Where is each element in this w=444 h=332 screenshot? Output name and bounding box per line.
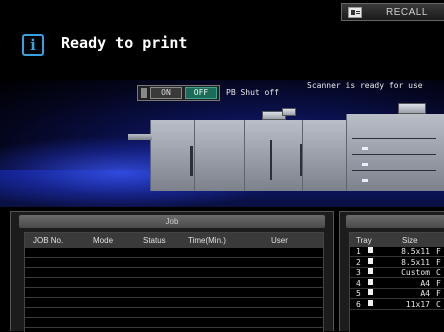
table-row[interactable]	[25, 278, 323, 288]
tray-size: 8.5x11	[401, 247, 430, 256]
toggle-handle-icon	[141, 88, 147, 98]
printer-detail	[352, 154, 436, 155]
paper-icon	[368, 299, 373, 306]
printer-detail	[300, 144, 302, 176]
printer-module	[302, 120, 346, 191]
pb-shutoff-label: PB Shut off	[226, 88, 279, 97]
tray-paper-type: C	[436, 268, 441, 277]
paper-icon	[368, 257, 373, 264]
tray-number: 2	[356, 257, 361, 267]
tray-row[interactable]: 6 11x17 C	[350, 299, 444, 310]
tray-table: Tray Size 1 8.5x11 F 2 8.5x11 F 3 Custom C 4 A4 F 5 A…	[349, 232, 444, 332]
printer-light	[362, 179, 368, 182]
tray-size: Custom	[401, 268, 430, 277]
tray-row[interactable]: 2 8.5x11 F	[350, 257, 444, 268]
tray-row[interactable]: 3 Custom C	[350, 268, 444, 278]
table-row[interactable]	[25, 258, 323, 268]
tray-size: 8.5x11	[401, 257, 430, 267]
tray-number: 3	[356, 268, 361, 277]
tray-table-header: Tray Size	[350, 233, 444, 247]
tray-panel-title	[346, 215, 444, 228]
tray-size: 11x17	[405, 299, 430, 309]
table-row[interactable]	[25, 298, 323, 308]
tray-number: 1	[356, 247, 361, 256]
tray-number: 5	[356, 289, 361, 298]
printer-module	[194, 120, 244, 191]
col-size: Size	[402, 236, 418, 245]
paper-icon	[368, 268, 373, 274]
table-row[interactable]	[25, 248, 323, 258]
tray-row[interactable]: 5 A4 F	[350, 289, 444, 299]
tray-size: A4	[420, 289, 430, 298]
printer-detail	[270, 140, 272, 180]
tray-number: 4	[356, 278, 361, 288]
info-icon: i	[22, 34, 44, 56]
printer-module	[346, 114, 444, 191]
tray-paper-type: F	[436, 247, 441, 256]
scanner-status-text: Scanner is ready for use	[307, 81, 423, 90]
col-mode: Mode	[93, 236, 114, 245]
tray-row[interactable]: 1 8.5x11 F	[350, 247, 444, 257]
tray-row[interactable]: 4 A4 F	[350, 278, 444, 289]
printer-detail	[352, 138, 436, 139]
recall-button[interactable]: RECALL	[341, 3, 444, 21]
status-message: Ready to print	[61, 34, 188, 52]
col-job-no: JOB No.	[33, 236, 64, 245]
scanner-unit-icon	[282, 108, 296, 116]
top-bar: RECALL	[0, 0, 444, 22]
tray-panel: Tray Size 1 8.5x11 F 2 8.5x11 F 3 Custom C 4 A4 F 5 A…	[339, 211, 444, 332]
col-tray: Tray	[356, 236, 372, 245]
status-area: i Ready to print	[0, 22, 444, 84]
printer-light	[362, 147, 368, 150]
recall-label: RECALL	[386, 7, 428, 18]
printer-module	[244, 120, 302, 191]
paper-icon	[368, 247, 373, 253]
printer-detail	[190, 146, 193, 176]
tray-paper-type: F	[436, 289, 441, 298]
table-row[interactable]	[25, 268, 323, 278]
scanner-unit-icon	[398, 103, 426, 114]
recall-icon	[348, 7, 362, 18]
col-time: Time(Min.)	[188, 236, 226, 245]
output-tray	[128, 134, 152, 140]
tray-paper-type: F	[436, 278, 441, 288]
pb-shutoff-toggle[interactable]: ON OFF	[137, 85, 220, 101]
printer-light	[362, 163, 368, 166]
tray-size: A4	[420, 278, 430, 288]
pb-off-button[interactable]: OFF	[185, 87, 217, 99]
col-user: User	[271, 236, 288, 245]
job-table: JOB No. Mode Status Time(Min.) User	[24, 232, 324, 332]
paper-icon	[368, 289, 373, 295]
printer-detail	[352, 170, 436, 171]
pb-on-button[interactable]: ON	[150, 87, 182, 99]
machine-status-panel: ON OFF PB Shut off Scanner is ready for …	[0, 80, 444, 207]
tray-paper-type: C	[436, 299, 441, 309]
paper-icon	[368, 278, 373, 285]
job-panel: Job JOB No. Mode Status Time(Min.) User	[10, 211, 334, 332]
tray-paper-type: F	[436, 257, 441, 267]
job-table-header: JOB No. Mode Status Time(Min.) User	[25, 233, 323, 248]
job-panel-title: Job	[19, 215, 325, 228]
tray-number: 6	[356, 299, 361, 309]
col-status: Status	[143, 236, 166, 245]
table-row[interactable]	[25, 288, 323, 298]
printer-module	[150, 120, 194, 191]
table-row[interactable]	[25, 308, 323, 318]
table-row[interactable]	[25, 318, 323, 328]
